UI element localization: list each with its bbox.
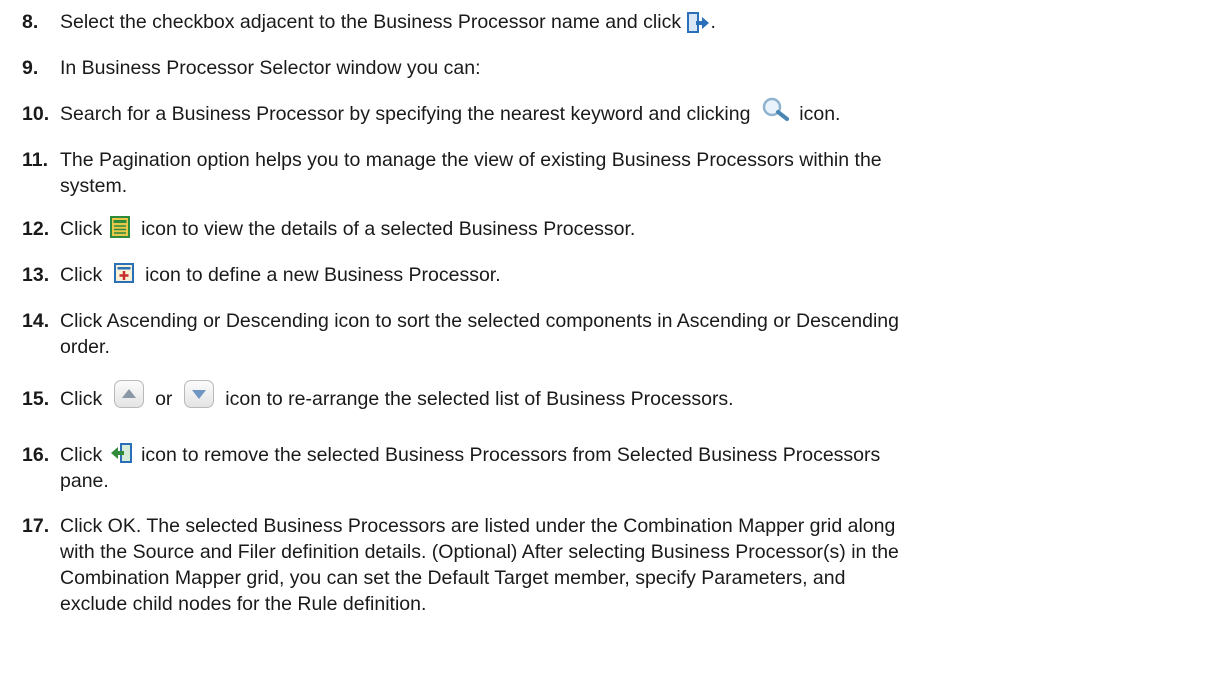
- step-number: 9.: [22, 57, 39, 79]
- step-13: 13. Click icon to define a new Business …: [22, 262, 1201, 288]
- step-text: The Pagination option helps you to manag…: [60, 149, 882, 197]
- step-text: Click icon to define a new Business Proc…: [60, 262, 501, 286]
- move-selected-right-icon: [686, 11, 711, 34]
- step-number: 8.: [22, 11, 39, 33]
- step-number: 10.: [22, 103, 50, 125]
- step-number: 12.: [22, 218, 50, 240]
- step-text: Search for a Business Processor by speci…: [60, 97, 1201, 128]
- step-16: 16. Click icon to remove the selected Bu…: [22, 442, 1201, 494]
- step-8: 8. Select the checkbox adjacent to the B…: [22, 9, 1201, 35]
- search-magnifier-icon: [760, 96, 790, 122]
- step-number: 15.: [22, 388, 50, 410]
- step-number: 16.: [22, 444, 50, 466]
- move-up-icon: [113, 380, 144, 408]
- step-14: 14. Click Ascending or Descending icon t…: [22, 308, 1201, 360]
- remove-selected-icon: [110, 442, 132, 463]
- view-details-icon: [109, 215, 130, 238]
- step-number: 14.: [22, 310, 50, 332]
- step-text: Click Ascending or Descending icon to so…: [60, 310, 899, 358]
- step-15: 15. Click or icon to re-arrange the sele…: [22, 380, 1201, 414]
- step-text: Click icon to view the details of a sele…: [60, 215, 1201, 242]
- step-9: 9. In Business Processor Selector window…: [22, 55, 1201, 81]
- step-17: 17. Click OK. The selected Business Proc…: [22, 513, 1201, 617]
- step-text: Click or icon to re-arrange the selected…: [60, 380, 1201, 414]
- step-text: Click icon to remove the selected Busine…: [60, 442, 881, 492]
- document-page: 8. Select the checkbox adjacent to the B…: [0, 0, 1209, 694]
- step-text: In Business Processor Selector window yo…: [60, 57, 481, 79]
- add-new-icon: [113, 262, 134, 283]
- step-11: 11. The Pagination option helps you to m…: [22, 147, 1201, 199]
- step-10: 10. Search for a Business Processor by s…: [22, 97, 1201, 128]
- step-number: 13.: [22, 264, 50, 286]
- step-number: 17.: [22, 515, 50, 537]
- move-down-icon: [183, 380, 214, 408]
- step-number: 11.: [22, 149, 49, 171]
- step-text: Click OK. The selected Business Processo…: [60, 515, 899, 615]
- step-12: 12. Click icon to view the details of a …: [22, 215, 1201, 242]
- step-text: Select the checkbox adjacent to the Busi…: [60, 11, 716, 34]
